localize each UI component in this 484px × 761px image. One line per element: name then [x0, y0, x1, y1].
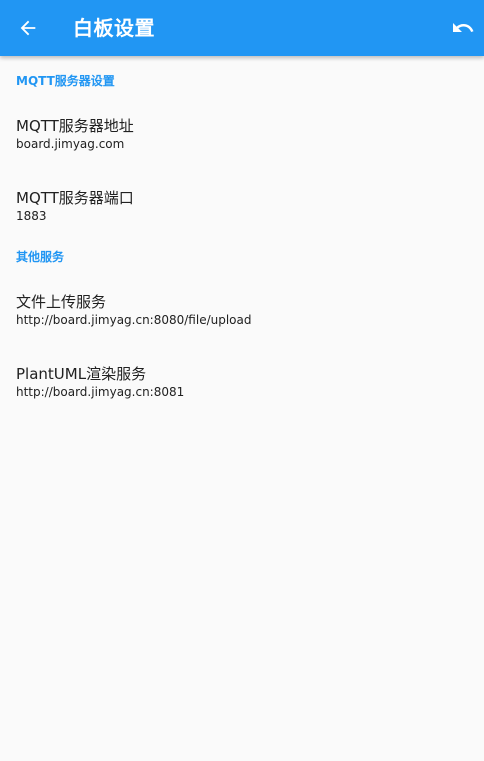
setting-value: 1883	[16, 209, 47, 223]
setting-item-mqtt-port[interactable]: MQTT服务器端口 1883	[0, 188, 484, 260]
undo-icon	[453, 23, 474, 32]
setting-title: PlantUML渲染服务	[16, 365, 147, 383]
setting-item-mqtt-address[interactable]: MQTT服务器地址 board.jimyag.com	[0, 116, 484, 188]
setting-title: MQTT服务器地址	[16, 117, 134, 135]
setting-value: http://board.jimyag.cn:8080/file/upload	[16, 313, 252, 327]
undo-button[interactable]	[450, 15, 476, 41]
setting-item-file-upload[interactable]: 文件上传服务 http://board.jimyag.cn:8080/file/…	[0, 292, 484, 364]
setting-item-plantuml[interactable]: PlantUML渲染服务 http://board.jimyag.cn:8081	[0, 364, 484, 436]
app-bar: 白板设置	[0, 0, 484, 56]
back-button[interactable]	[14, 14, 42, 42]
arrow-back-icon	[20, 20, 36, 36]
setting-title: MQTT服务器端口	[16, 189, 134, 207]
setting-value: http://board.jimyag.cn:8081	[16, 385, 185, 399]
setting-value: board.jimyag.com	[16, 137, 125, 151]
section-header-mqtt: MQTT服务器设置	[16, 74, 115, 88]
section-header-other-services: 其他服务	[16, 250, 65, 264]
page-title: 白板设置	[73, 16, 155, 40]
setting-title: 文件上传服务	[16, 293, 107, 311]
